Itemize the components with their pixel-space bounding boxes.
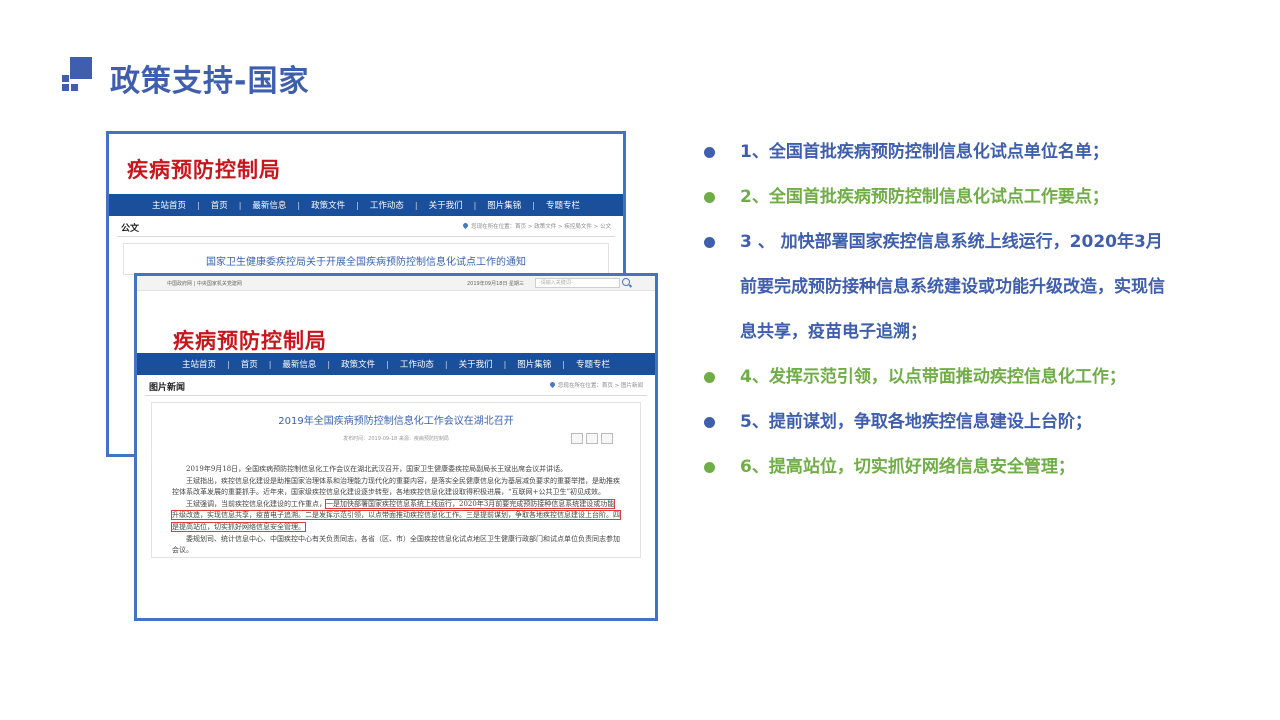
site-header: 疾病预防控制局	[109, 134, 623, 194]
paragraph-text: 王斌强调，当前疾控信息化建设的工作重点，	[186, 499, 326, 508]
share-icon[interactable]	[601, 433, 613, 444]
bullet-text: 2、全国首批疾病预防控制信息化试点工作要点；	[740, 187, 1109, 207]
screenshot-news-page: 中国政府网 | 中央国家机关党建网 2019年09月18日 星期三 -请输入关键…	[134, 273, 658, 621]
section-label: 图片新闻	[149, 383, 186, 393]
nav-item[interactable]: 工作动态	[389, 358, 445, 370]
site-navbar: 主站首页 | 首页 | 最新信息 | 政策文件 | 工作动态 | 关于我们 | 图片集锦 | …	[109, 194, 623, 216]
site-header: 疾病预防控制局	[137, 291, 655, 353]
document-title[interactable]: 国家卫生健康委疾控局关于开展全国疾病预防控制信息化试点工作的通知	[124, 244, 608, 274]
site-navbar: 主站首页 | 首页 | 最新信息 | 政策文件 | 工作动态 | 关于我们 | 图片集锦 | …	[137, 353, 655, 375]
article-meta: 发布时间：2019-09-18 来源：疾病预防控制局	[343, 436, 449, 442]
breadcrumb-row: 图片新闻 您现在所在位置：首页 > 图片新闻	[145, 375, 647, 396]
bullet-item: 5、提前谋划，争取各地疾控信息建设上台阶；	[704, 400, 1174, 445]
article-box: 国家卫生健康委疾控局关于开展全国疾病预防控制信息化试点工作的通知	[123, 243, 609, 275]
nav-item[interactable]: 专题专栏	[565, 358, 621, 370]
article-paragraph: 2019年9月18日，全国疾病预防控制信息化工作会议在湖北武汉召开，国家卫生健康…	[186, 465, 568, 473]
bullet-dot-icon	[704, 462, 715, 473]
search-input[interactable]: -请输入关键词-	[535, 278, 620, 288]
search-icon[interactable]	[622, 278, 630, 286]
bullet-text: 1、全国首批疾病预防控制信息化试点单位名单；	[740, 142, 1109, 162]
nav-item[interactable]: 专题专栏	[535, 199, 591, 211]
nav-item[interactable]: 政策文件	[330, 358, 386, 370]
bullet-item: 3 、 加快部署国家疾控信息系统上线运行，2020年3月前要完成预防接种信息系统…	[704, 220, 1174, 355]
bullet-item: 1、全国首批疾病预防控制信息化试点单位名单；	[704, 130, 1174, 175]
bullet-dot-icon	[704, 147, 715, 158]
site-logo: 疾病预防控制局	[173, 329, 327, 353]
location-pin-icon	[548, 380, 556, 389]
bullet-item: 4、发挥示范引领，以点带面推动疾控信息化工作；	[704, 355, 1174, 400]
nav-item[interactable]: 首页	[200, 199, 239, 211]
topbar-links[interactable]: 中国政府网 | 中央国家机关党建网	[167, 280, 242, 287]
breadcrumb-text: 您现在所在位置：首页 > 政策文件 > 疾控局文件 > 公文	[471, 224, 611, 230]
nav-item[interactable]: 关于我们	[448, 358, 504, 370]
nav-item[interactable]: 图片集锦	[506, 358, 562, 370]
bullet-dot-icon	[704, 192, 715, 203]
nav-item[interactable]: 工作动态	[359, 199, 415, 211]
article-paragraph: 委规划司、统计信息中心、中国疾控中心有关负责同志，各省（区、市）全国疾控信息化试…	[172, 534, 620, 555]
location-pin-icon	[462, 221, 470, 230]
bullet-item: 2、全国首批疾病预防控制信息化试点工作要点；	[704, 175, 1174, 220]
slide-title: 政策支持-国家	[110, 64, 310, 99]
site-topbar: 中国政府网 | 中央国家机关党建网 2019年09月18日 星期三 -请输入关键…	[137, 276, 655, 291]
article-box: 2019年全国疾病预防控制信息化工作会议在湖北召开 发布时间：2019-09-1…	[151, 402, 641, 558]
breadcrumb-text: 您现在所在位置：首页 > 图片新闻	[557, 383, 643, 389]
bullet-item: 6、提高站位，切实抓好网络信息安全管理；	[704, 445, 1174, 490]
bullet-text: 6、提高站位，切实抓好网络信息安全管理；	[740, 457, 1075, 477]
bullet-dot-icon	[704, 237, 715, 248]
breadcrumb: 您现在所在位置：首页 > 图片新闻	[548, 380, 643, 389]
nav-item[interactable]: 主站首页	[141, 199, 197, 211]
article-tools	[571, 433, 613, 444]
bullet-text: 4、发挥示范引领，以点带面推动疾控信息化工作；	[740, 367, 1126, 387]
nav-item[interactable]: 图片集锦	[476, 199, 532, 211]
article-paragraph: 王斌强调，当前疾控信息化建设的工作重点，一是加快部署国家疾控信息系统上线运行，2…	[171, 498, 621, 534]
section-label: 公文	[121, 224, 140, 234]
nav-item[interactable]: 最新信息	[241, 199, 297, 211]
article-body: 2019年9月18日，全国疾病预防控制信息化工作会议在湖北武汉召开，国家卫生健康…	[152, 464, 640, 557]
article-paragraph: 王斌指出，疾控信息化建设是助推国家治理体系和治理能力现代化的重要内容，是落实全民…	[172, 476, 620, 497]
print-icon[interactable]	[586, 433, 598, 444]
site-logo: 疾病预防控制局	[127, 158, 281, 182]
nav-item[interactable]: 关于我们	[418, 199, 474, 211]
nav-item[interactable]: 首页	[230, 358, 269, 370]
bullet-text: 3 、 加快部署国家疾控信息系统上线运行，2020年3月前要完成预防接种信息系统…	[740, 232, 1165, 342]
breadcrumb: 您现在所在位置：首页 > 政策文件 > 疾控局文件 > 公文	[462, 221, 611, 230]
nav-item[interactable]: 政策文件	[300, 199, 356, 211]
article-title: 2019年全国疾病预防控制信息化工作会议在湖北召开	[278, 416, 514, 427]
zoom-icon[interactable]	[571, 433, 583, 444]
bullet-dot-icon	[704, 417, 715, 428]
nav-item[interactable]: 主站首页	[171, 358, 227, 370]
policy-bullet-list: 1、全国首批疾病预防控制信息化试点单位名单； 2、全国首批疾病预防控制信息化试点…	[704, 130, 1174, 490]
topbar-date: 2019年09月18日 星期三	[467, 281, 525, 287]
title-blocks-icon	[60, 57, 94, 91]
bullet-text: 5、提前谋划，争取各地疾控信息建设上台阶；	[740, 412, 1092, 432]
bullet-dot-icon	[704, 372, 715, 383]
breadcrumb-row: 公文 您现在所在位置：首页 > 政策文件 > 疾控局文件 > 公文	[117, 216, 615, 237]
nav-item[interactable]: 最新信息	[271, 358, 327, 370]
